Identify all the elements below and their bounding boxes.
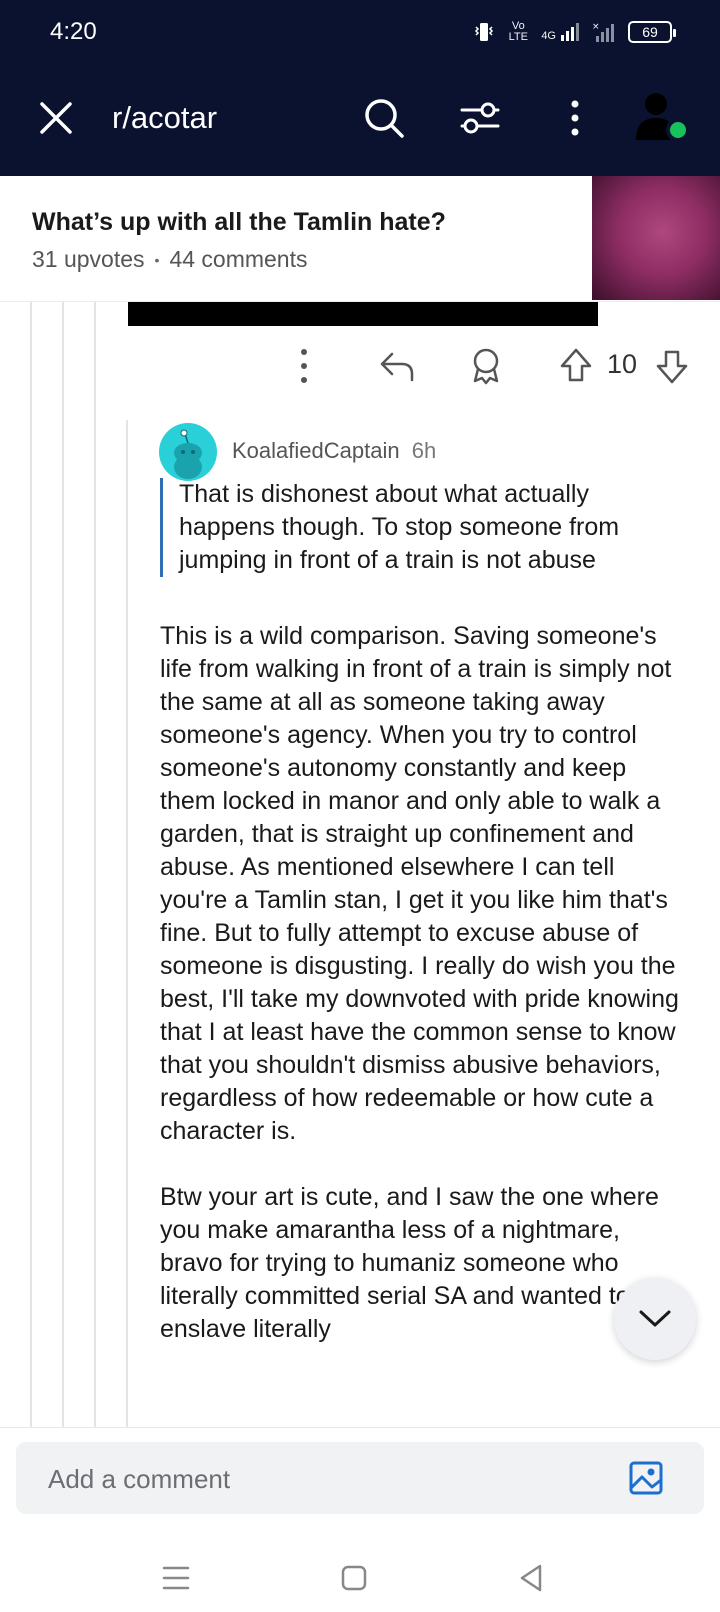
volte-icon: Vo LTE (508, 20, 528, 43)
comment-username[interactable]: KoalafiedCaptain (232, 438, 400, 463)
reply-icon[interactable] (378, 344, 418, 388)
meta-separator: • (154, 251, 160, 268)
comment-placeholder: Add a comment (48, 1464, 231, 1494)
thread-line (30, 302, 32, 1428)
thread-line (126, 420, 128, 1428)
post-title[interactable]: What’s up with all the Tamlin hate? (32, 208, 446, 237)
comment-meta: KoalafiedCaptain 6h (232, 438, 436, 464)
comment-age: 6h (411, 438, 437, 463)
comment-paragraph: Btw your art is cute, and I saw the one … (160, 1183, 659, 1343)
no-signal-icon: × (592, 22, 614, 42)
online-status-dot (666, 118, 690, 142)
image-upload-icon[interactable] (628, 1460, 664, 1496)
scroll-next-button[interactable] (614, 1278, 696, 1360)
post-thumbnail[interactable] (592, 176, 720, 300)
comment-quote: That is dishonest about what actually ha… (160, 478, 690, 577)
svg-text:×: × (592, 22, 600, 32)
comment-paragraph: This is a wild comparison. Saving someon… (160, 622, 679, 1145)
status-time: 4:20 (50, 18, 97, 45)
downvote-icon[interactable] (652, 344, 692, 388)
close-icon[interactable] (36, 98, 76, 138)
battery-indicator: 69 (628, 21, 676, 43)
award-icon[interactable] (466, 344, 506, 388)
vibrate-icon (475, 23, 494, 41)
more-options-icon[interactable] (284, 344, 324, 388)
battery-level: 69 (642, 24, 658, 40)
commenter-avatar[interactable] (159, 423, 217, 481)
status-bar: 4:20 Vo LTE 4G × 69 (0, 0, 720, 66)
system-navigation-bar (0, 1550, 720, 1612)
menu-icon[interactable] (156, 1558, 196, 1598)
subreddit-title[interactable]: r/acotar (112, 100, 217, 136)
chevron-down-icon (639, 1310, 671, 1327)
comment-bar: Add a comment (0, 1428, 720, 1550)
status-icons: Vo LTE 4G × 69 (473, 18, 676, 46)
hidden-media-bar (128, 302, 598, 326)
network-type-label: 4G (541, 30, 556, 42)
thread-line (62, 302, 64, 1428)
more-options-icon[interactable] (560, 96, 590, 140)
parent-comment-actions: 10 (0, 344, 720, 392)
post-meta: 31 upvotes • 44 comments (32, 246, 308, 273)
add-comment-field[interactable]: Add a comment (16, 1442, 704, 1514)
filter-icon[interactable] (458, 96, 502, 140)
search-icon[interactable] (362, 96, 406, 140)
snoo-avatar-icon (174, 429, 202, 479)
thread-line (94, 302, 96, 1428)
post-comments-count: 44 comments (169, 246, 308, 272)
app-bar: r/acotar (0, 66, 720, 176)
back-icon[interactable] (512, 1558, 552, 1598)
post-upvotes: 31 upvotes (32, 246, 145, 272)
upvote-icon[interactable] (556, 344, 596, 388)
top-header: 4:20 Vo LTE 4G × 69 r/acotar (0, 0, 720, 176)
home-icon[interactable] (334, 1558, 374, 1598)
comment-body: This is a wild comparison. Saving someon… (160, 620, 680, 1379)
vote-count: 10 (607, 349, 638, 379)
4g-signal-icon: 4G (541, 22, 582, 42)
